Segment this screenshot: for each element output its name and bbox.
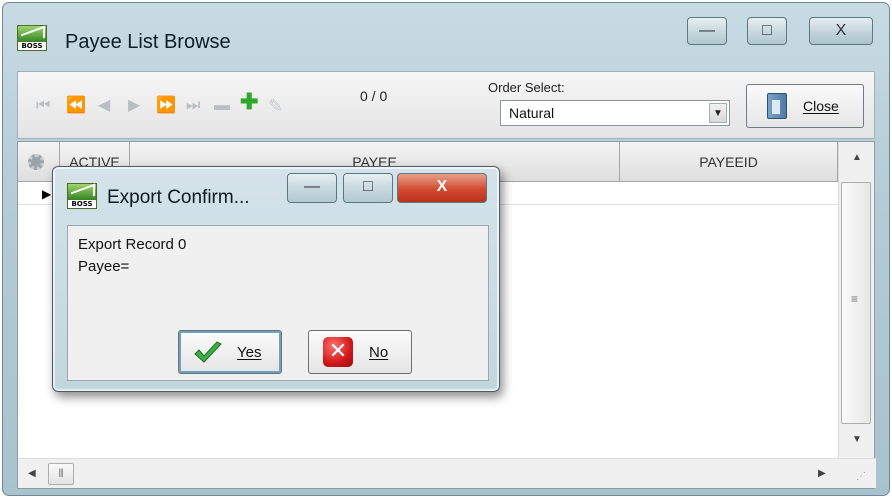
next-record-icon[interactable]: ▶ <box>128 97 140 115</box>
main-title-bar[interactable]: BOSS Payee List Browse — □ X <box>3 3 889 63</box>
boss-app-icon: BOSS <box>67 183 97 209</box>
delete-record-icon[interactable]: ▬ <box>214 97 230 115</box>
maximize-button[interactable]: □ <box>747 17 787 45</box>
close-button[interactable]: Close <box>746 84 864 128</box>
row-pointer-icon: ▶ <box>42 187 52 201</box>
record-count: 0 / 0 <box>360 88 388 104</box>
horizontal-scrollbar[interactable]: ◀ ⦀ ▶ ⋰ <box>18 458 876 488</box>
first-record-icon[interactable]: ⏮ <box>36 97 50 115</box>
scroll-grip-icon: ≡ <box>851 292 859 306</box>
order-select-value: Natural <box>509 105 555 121</box>
door-icon <box>767 93 787 119</box>
no-button-label: No <box>369 344 389 361</box>
navigator-toolbar: ⏮ ⏪ ◀ ▶ ⏩ ⏭ ▬ ✚ ✎ 0 / 0 Order Select: Na… <box>17 71 875 139</box>
horizontal-scroll-thumb[interactable]: ⦀ <box>48 463 74 485</box>
scroll-right-icon[interactable]: ▶ <box>818 468 826 479</box>
edit-record-icon[interactable]: ✎ <box>268 97 283 115</box>
red-x-icon: ✕ <box>323 337 353 367</box>
dialog-minimize-button[interactable]: — <box>287 173 337 203</box>
app-icon-label: BOSS <box>68 200 96 208</box>
minimize-icon: — <box>304 178 320 195</box>
order-select-dropdown[interactable]: Natural ▼ <box>500 100 730 126</box>
prior-record-icon[interactable]: ◀ <box>98 97 110 115</box>
minimize-icon: — <box>699 22 715 39</box>
dialog-message-line2: Payee= <box>78 258 130 275</box>
add-record-icon[interactable]: ✚ <box>240 91 258 113</box>
window-title: Payee List Browse <box>65 31 231 53</box>
dialog-maximize-button[interactable]: □ <box>343 173 393 203</box>
yes-button[interactable]: Yes <box>178 330 282 374</box>
no-button[interactable]: ✕ No <box>308 330 412 374</box>
vertical-scrollbar[interactable]: ▲ ≡ ▼ <box>838 142 874 458</box>
maximize-icon: □ <box>363 178 373 195</box>
dialog-body: Export Record 0 Payee= Yes ✕ No <box>67 225 489 381</box>
close-button-label: Close <box>803 98 839 114</box>
dialog-close-button[interactable]: X <box>397 173 487 203</box>
chevron-down-icon[interactable]: ▼ <box>709 103 727 123</box>
close-window-button[interactable]: X <box>809 17 873 45</box>
app-icon-label: BOSS <box>18 42 46 50</box>
dialog-message-line1: Export Record 0 <box>78 236 187 253</box>
boss-app-icon: BOSS <box>17 25 47 51</box>
scroll-left-icon[interactable]: ◀ <box>28 468 36 479</box>
minimize-button[interactable]: — <box>687 17 727 45</box>
scroll-up-icon[interactable]: ▲ <box>852 152 862 163</box>
next-page-icon[interactable]: ⏩ <box>156 97 176 115</box>
prior-page-icon[interactable]: ⏪ <box>66 97 86 115</box>
gear-icon[interactable] <box>28 154 44 170</box>
dialog-title: Export Confirm... <box>107 187 250 208</box>
close-icon: X <box>835 22 847 39</box>
resize-grip-icon[interactable]: ⋰ <box>856 471 866 482</box>
scroll-down-icon[interactable]: ▼ <box>852 434 862 445</box>
yes-button-label: Yes <box>237 344 262 361</box>
last-record-icon[interactable]: ⏭ <box>186 97 200 115</box>
column-header-payeeid[interactable]: PAYEEID <box>620 142 838 182</box>
order-select-label: Order Select: <box>488 80 565 95</box>
maximize-icon: □ <box>762 22 772 39</box>
close-icon: X <box>436 178 448 195</box>
checkmark-icon <box>194 341 222 363</box>
export-confirm-dialog: BOSS Export Confirm... — □ X Export Reco… <box>52 166 500 392</box>
